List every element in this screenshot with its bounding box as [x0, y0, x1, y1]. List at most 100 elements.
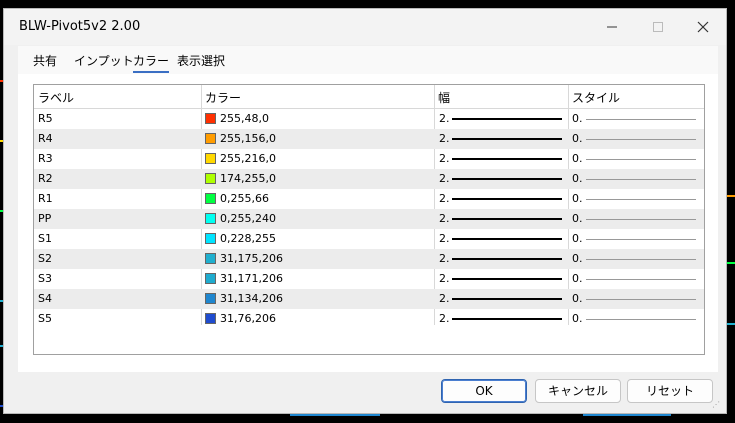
width-value[interactable]: 2. — [439, 169, 450, 189]
style-value[interactable]: 0. — [572, 109, 583, 129]
style-line-preview[interactable] — [586, 139, 696, 140]
width-line-preview[interactable] — [452, 238, 562, 240]
color-value[interactable]: 31,134,206 — [220, 289, 283, 309]
width-line-preview[interactable] — [452, 158, 562, 160]
width-value[interactable]: 2. — [439, 289, 450, 309]
color-value[interactable]: 255,156,0 — [220, 129, 276, 149]
color-swatch[interactable] — [205, 193, 216, 204]
width-value[interactable]: 2. — [439, 249, 450, 269]
width-line-preview[interactable] — [452, 278, 562, 280]
resize-grip-icon[interactable]: ⋰ — [712, 400, 722, 410]
width-value[interactable]: 2. — [439, 109, 450, 129]
style-value[interactable]: 0. — [572, 209, 583, 229]
color-value[interactable]: 31,175,206 — [220, 249, 283, 269]
minimize-icon[interactable] — [589, 9, 635, 45]
color-value[interactable]: 0,228,255 — [220, 229, 276, 249]
tab-common[interactable]: 共有 — [33, 52, 57, 69]
color-value[interactable]: 255,48,0 — [220, 109, 269, 129]
table-header: ラベル カラー 幅 スタイル — [34, 85, 704, 109]
style-value[interactable]: 0. — [572, 229, 583, 249]
color-value[interactable]: 31,76,206 — [220, 309, 276, 329]
style-line-preview[interactable] — [586, 239, 696, 240]
color-swatch[interactable] — [205, 113, 216, 124]
row-label: R1 — [38, 192, 53, 205]
table-row[interactable]: S2 31,175,206 2. 0. — [34, 249, 704, 269]
width-value[interactable]: 2. — [439, 269, 450, 289]
cancel-button[interactable]: キャンセル — [535, 379, 621, 403]
color-value[interactable]: 255,216,0 — [220, 149, 276, 169]
style-line-preview[interactable] — [586, 279, 696, 280]
style-line-preview[interactable] — [586, 259, 696, 260]
style-value[interactable]: 0. — [572, 129, 583, 149]
width-line-preview[interactable] — [452, 138, 562, 140]
width-line-preview[interactable] — [452, 178, 562, 180]
color-swatch[interactable] — [205, 173, 216, 184]
reset-button[interactable]: リセット — [627, 379, 713, 403]
color-value[interactable]: 31,171,206 — [220, 269, 283, 289]
color-value[interactable]: 0,255,240 — [220, 209, 276, 229]
color-value[interactable]: 0,255,66 — [220, 189, 269, 209]
width-line-preview[interactable] — [452, 198, 562, 200]
style-line-preview[interactable] — [586, 219, 696, 220]
tab-visualization[interactable]: 表示選択 — [177, 52, 225, 69]
style-line-preview[interactable] — [586, 179, 696, 180]
ok-button[interactable]: OK — [441, 379, 527, 403]
style-value[interactable]: 0. — [572, 189, 583, 209]
style-line-preview[interactable] — [586, 199, 696, 200]
table-row[interactable]: R5 255,48,0 2. 0. — [34, 109, 704, 129]
width-line-preview[interactable] — [452, 318, 562, 320]
width-line-preview[interactable] — [452, 218, 562, 220]
row-label: PP — [38, 212, 52, 225]
style-value[interactable]: 0. — [572, 169, 583, 189]
row-label: R2 — [38, 172, 53, 185]
table-row[interactable]: S4 31,134,206 2. 0. — [34, 289, 704, 309]
width-value[interactable]: 2. — [439, 229, 450, 249]
width-value[interactable]: 2. — [439, 129, 450, 149]
column-header-width[interactable]: 幅 — [434, 85, 568, 108]
style-value[interactable]: 0. — [572, 249, 583, 269]
table-row[interactable]: PP 0,255,240 2. 0. — [34, 209, 704, 229]
style-value[interactable]: 0. — [572, 149, 583, 169]
style-line-preview[interactable] — [586, 119, 696, 120]
table-row[interactable]: R3 255,216,0 2. 0. — [34, 149, 704, 169]
table-row[interactable]: S3 31,171,206 2. 0. — [34, 269, 704, 289]
style-line-preview[interactable] — [586, 319, 696, 320]
table-row[interactable]: R1 0,255,66 2. 0. — [34, 189, 704, 209]
row-label: R4 — [38, 132, 53, 145]
style-value[interactable]: 0. — [572, 289, 583, 309]
width-value[interactable]: 2. — [439, 149, 450, 169]
row-label: R5 — [38, 112, 53, 125]
color-swatch[interactable] — [205, 153, 216, 164]
row-label: S5 — [38, 312, 52, 325]
table-row[interactable]: S5 31,76,206 2. 0. — [34, 309, 704, 329]
color-swatch[interactable] — [205, 133, 216, 144]
style-line-preview[interactable] — [586, 159, 696, 160]
maximize-icon[interactable] — [635, 9, 681, 45]
column-header-color[interactable]: カラー — [201, 85, 434, 108]
color-swatch[interactable] — [205, 273, 216, 284]
width-value[interactable]: 2. — [439, 209, 450, 229]
color-swatch[interactable] — [205, 253, 216, 264]
color-swatch[interactable] — [205, 293, 216, 304]
column-header-label[interactable]: ラベル — [34, 85, 201, 108]
width-value[interactable]: 2. — [439, 189, 450, 209]
color-value[interactable]: 174,255,0 — [220, 169, 276, 189]
table-row[interactable]: S1 0,228,255 2. 0. — [34, 229, 704, 249]
width-line-preview[interactable] — [452, 298, 562, 300]
width-line-preview[interactable] — [452, 258, 562, 260]
width-line-preview[interactable] — [452, 118, 562, 120]
color-swatch[interactable] — [205, 313, 216, 324]
table-row[interactable]: R2 174,255,0 2. 0. — [34, 169, 704, 189]
tab-inputs[interactable]: インプット — [74, 52, 134, 69]
color-swatch[interactable] — [205, 213, 216, 224]
style-value[interactable]: 0. — [572, 309, 583, 329]
color-swatch[interactable] — [205, 233, 216, 244]
close-icon[interactable] — [680, 9, 726, 45]
style-line-preview[interactable] — [586, 299, 696, 300]
style-value[interactable]: 0. — [572, 269, 583, 289]
width-value[interactable]: 2. — [439, 309, 450, 329]
title-bar: BLW-Pivot5v2 2.00 — [4, 9, 726, 45]
column-header-style[interactable]: スタイル — [568, 85, 704, 108]
table-row[interactable]: R4 255,156,0 2. 0. — [34, 129, 704, 149]
tab-colors[interactable]: カラー — [133, 52, 170, 73]
